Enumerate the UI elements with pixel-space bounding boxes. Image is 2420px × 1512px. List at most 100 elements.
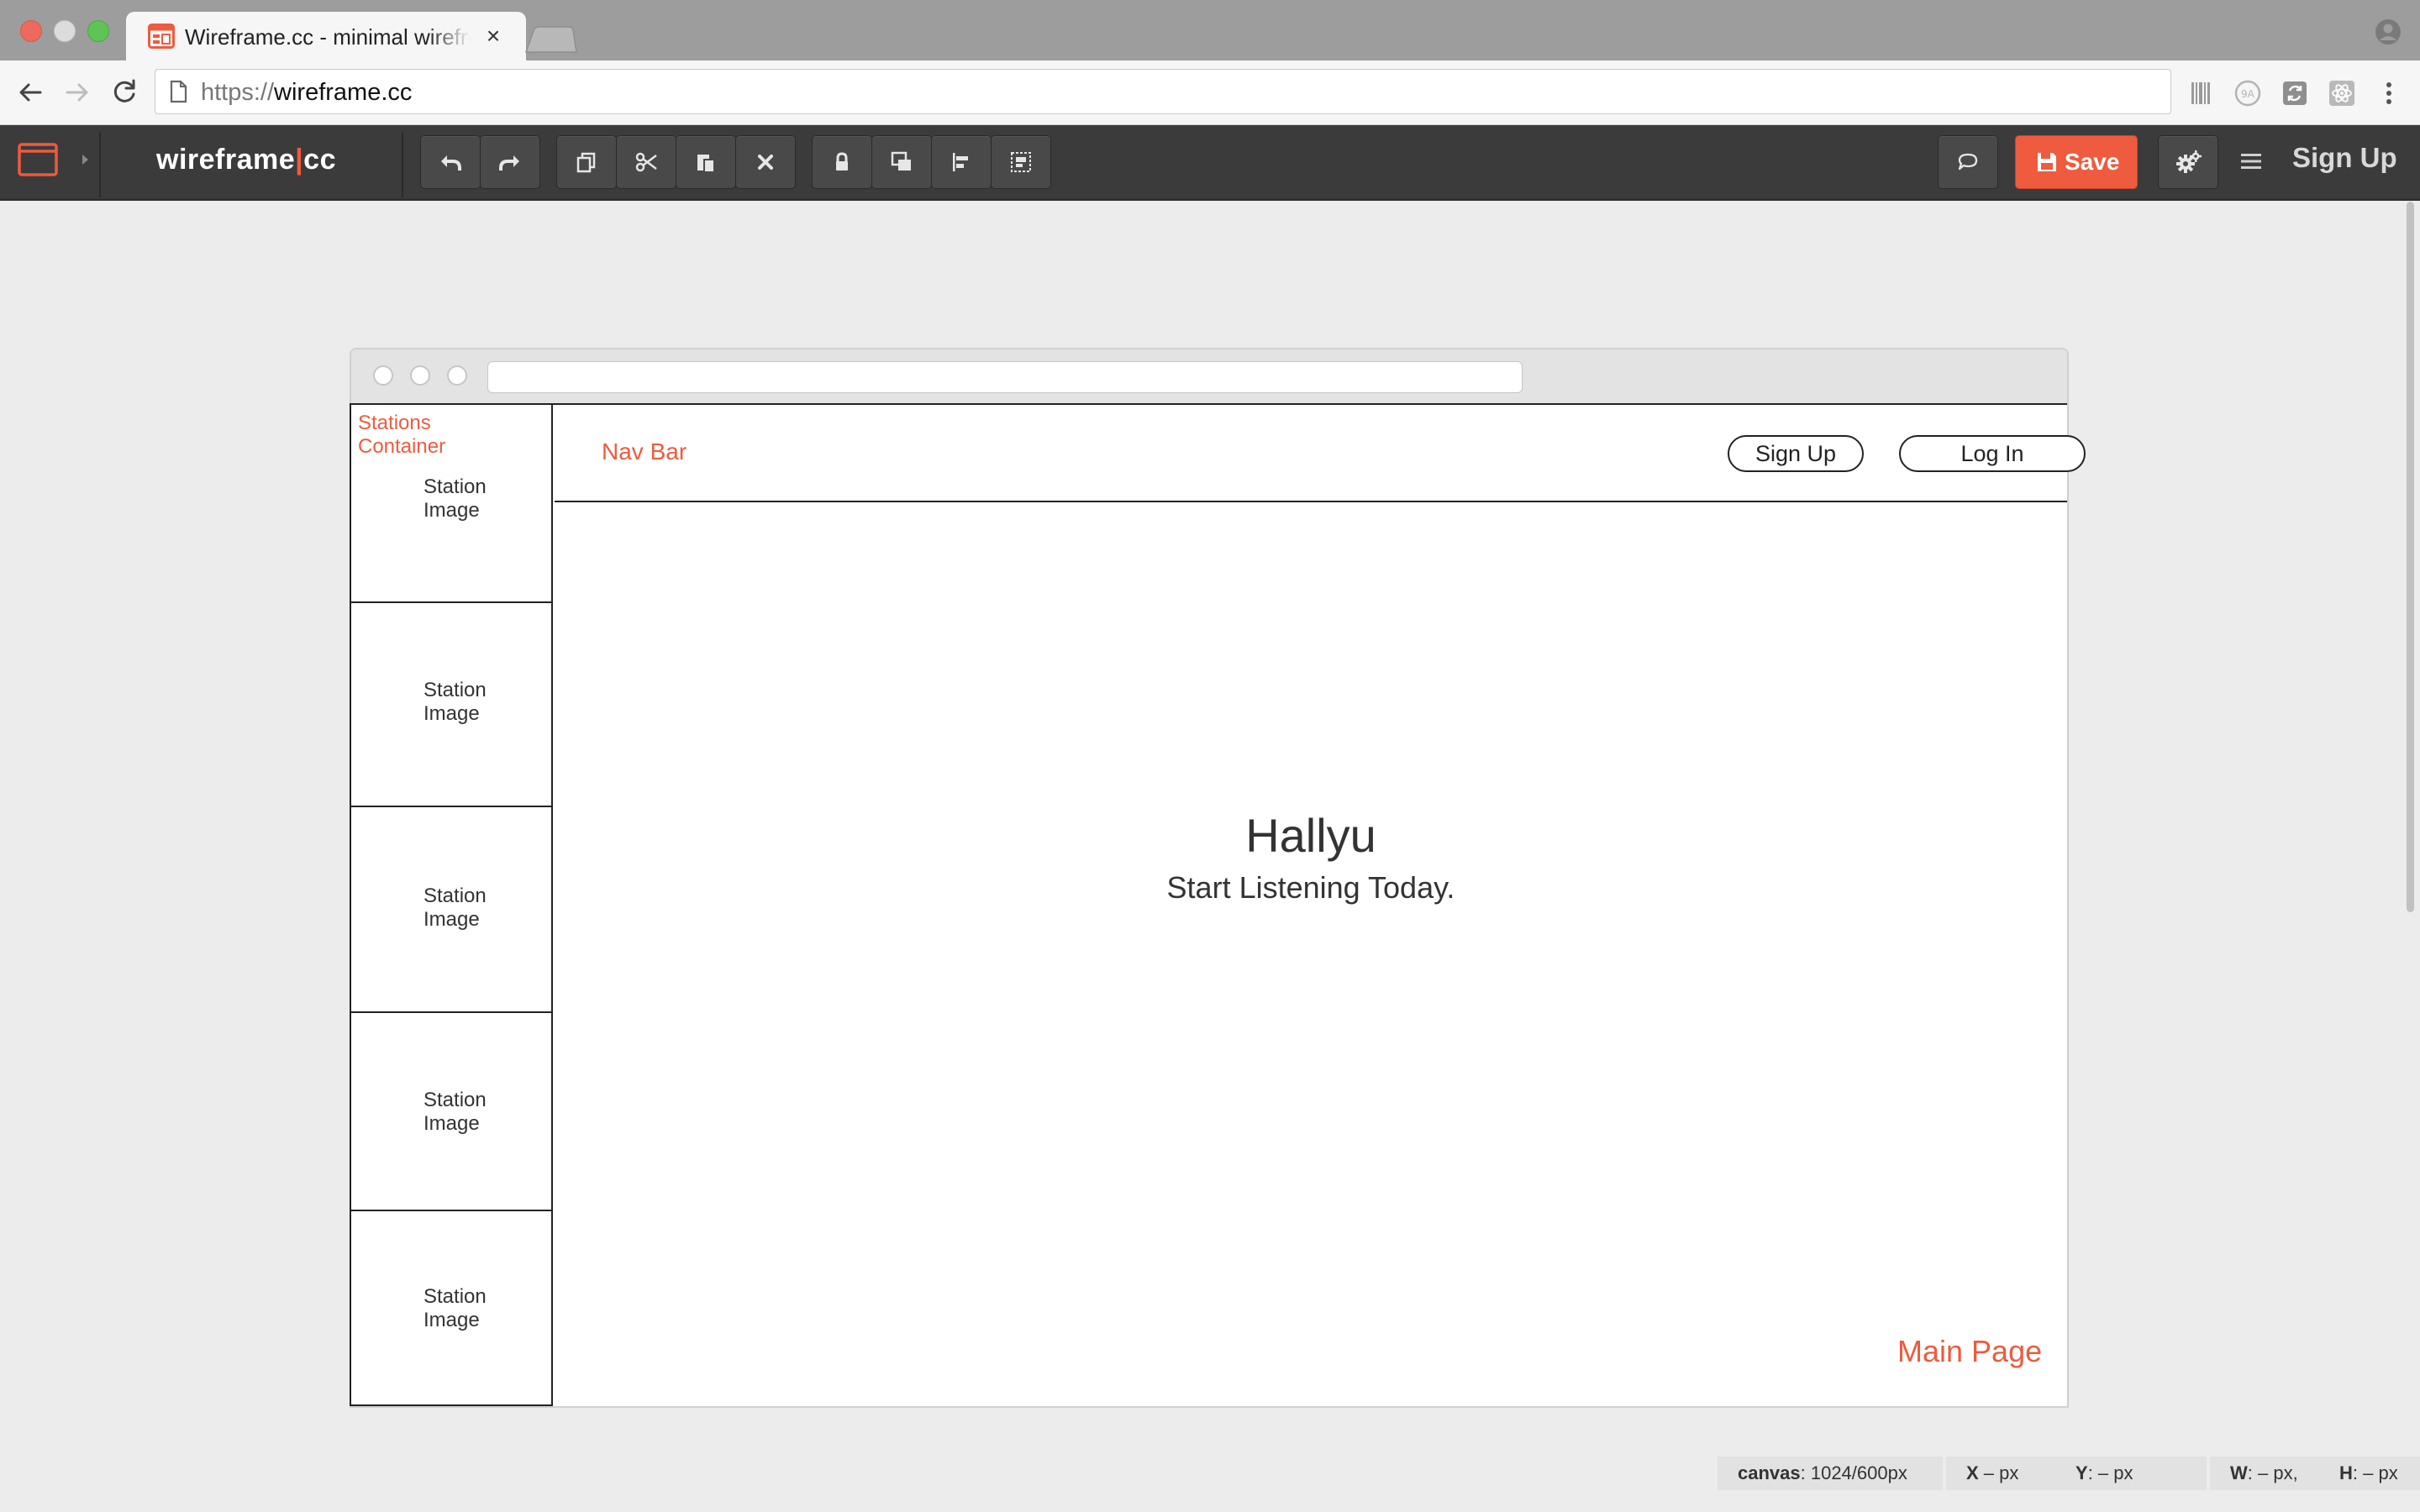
new-tab-button[interactable]: [521, 25, 580, 54]
status-label: W: [2230, 1462, 2248, 1483]
copy-icon: [576, 152, 596, 173]
label-line: Station: [424, 1089, 487, 1111]
nav-bar-note: Nav Bar: [602, 438, 687, 465]
status-value: : 1024/600px: [1800, 1462, 1907, 1483]
window-maximize-button[interactable]: [87, 20, 109, 42]
label-line: Station: [424, 475, 487, 498]
status-value: : – px: [2087, 1462, 2133, 1483]
translate-extension-icon[interactable]: 9A: [2233, 79, 2262, 108]
toolbar-divider: [402, 132, 403, 197]
wireframe-dot: [447, 365, 467, 386]
more-vertical-icon[interactable]: [2375, 79, 2403, 108]
url-input[interactable]: https://wireframe.cc: [155, 69, 2171, 114]
redo-button[interactable]: [480, 135, 540, 189]
window-minimize-button[interactable]: [54, 20, 76, 42]
signup-link[interactable]: Sign Up: [2292, 142, 2397, 174]
station-image-label: Station Image: [424, 1285, 487, 1332]
redo-icon: [499, 155, 519, 171]
wireframe-dot: [410, 365, 430, 386]
paste-button[interactable]: [676, 135, 736, 189]
group-button[interactable]: [991, 135, 1051, 189]
status-x: X – px: [1946, 1457, 2055, 1490]
label-line: Station: [424, 1285, 487, 1308]
wireframe-browser-frame[interactable]: Stations Container Station Image Station Im…: [350, 348, 2086, 1408]
label-line: Image: [424, 908, 480, 931]
app-toolbar: wireframe|cc Save Sign Up: [0, 125, 2420, 201]
station-cell[interactable]: Station Image: [351, 1211, 553, 1404]
bring-to-front-button[interactable]: [871, 135, 932, 189]
browser-tab-active[interactable]: Wireframe.cc - minimal wireframing tool …: [126, 12, 526, 60]
stations-container[interactable]: Stations Container Station Image Station Im…: [350, 403, 553, 1406]
label-line: Image: [424, 1112, 480, 1135]
wireframe-browser-bar: [351, 349, 2067, 405]
undo-button[interactable]: [420, 135, 481, 189]
svg-text:9A: 9A: [2241, 88, 2255, 100]
station-cell[interactable]: Station Image: [351, 807, 553, 1013]
browser-address-bar: https://wireframe.cc 9A: [0, 60, 2420, 125]
delete-icon: [758, 155, 773, 170]
station-image-label: Station Image: [424, 475, 487, 522]
status-value: – px: [1978, 1462, 2019, 1483]
save-label: Save: [2065, 149, 2120, 175]
settings-button[interactable]: [2158, 135, 2218, 189]
window-close-button[interactable]: [20, 20, 42, 42]
reload-icon[interactable]: [109, 77, 139, 108]
cut-button[interactable]: [616, 135, 676, 189]
logo-cc: cc: [303, 144, 336, 176]
status-h: H: – px: [2319, 1457, 2420, 1490]
station-cell[interactable]: Stations Container Station Image: [351, 403, 553, 603]
profile-icon[interactable]: [2375, 18, 2402, 45]
page-menu-button[interactable]: [17, 140, 94, 186]
wireframe-signup-button[interactable]: Sign Up: [1728, 435, 1864, 472]
wireframe-dot: [373, 365, 393, 386]
paste-icon: [697, 155, 715, 173]
status-value: : – px: [2352, 1462, 2398, 1483]
status-value: : – px,: [2247, 1462, 2298, 1483]
tab-close-icon[interactable]: ×: [479, 22, 508, 50]
stations-container-note: Stations Container: [358, 412, 445, 459]
wireframe-favicon-icon: [148, 24, 175, 49]
page-icon: [167, 80, 189, 103]
undo-icon: [441, 155, 461, 171]
status-label: X: [1966, 1462, 1979, 1483]
align-button[interactable]: [931, 135, 992, 189]
note-line: Stations: [358, 412, 431, 434]
station-cell[interactable]: Station Image: [351, 603, 553, 807]
wireframe-login-button[interactable]: Log In: [1899, 435, 2086, 472]
delete-button[interactable]: [735, 135, 796, 189]
status-label: canvas: [1738, 1462, 1801, 1483]
logo-bar: |: [295, 144, 304, 176]
status-w: W: – px,: [2210, 1457, 2319, 1490]
status-y: Y: – px: [2055, 1457, 2207, 1490]
barcode-extension-icon[interactable]: [2186, 79, 2215, 108]
station-cell[interactable]: Station Image: [351, 1013, 553, 1211]
save-button[interactable]: Save: [2015, 135, 2138, 189]
wireframe-nav-bar[interactable]: Nav Bar Sign Up Log In: [555, 403, 2086, 502]
status-canvas-size: canvas: 1024/600px: [1718, 1457, 1943, 1490]
hamburger-menu-icon[interactable]: [2238, 149, 2264, 174]
app-logo[interactable]: wireframe|cc: [156, 144, 336, 176]
scissors-icon: [635, 152, 657, 172]
note-line: Container: [358, 435, 446, 458]
hero-title: Hallyu: [1245, 809, 1376, 862]
canvas-scrollbar-thumb[interactable]: [2407, 202, 2414, 912]
url-scheme: https://: [201, 79, 275, 106]
copy-button[interactable]: [556, 135, 617, 189]
wireframe-url-bar: [487, 361, 1523, 393]
comment-button[interactable]: [1938, 135, 1998, 189]
status-label: Y: [2075, 1462, 2088, 1483]
label-line: Image: [424, 499, 480, 522]
back-arrow-icon[interactable]: [15, 77, 45, 108]
hero-subtitle: Start Listening Today.: [1166, 870, 1455, 905]
toolbar-divider: [99, 132, 101, 197]
label-line: Image: [424, 702, 480, 725]
sync-extension-icon[interactable]: [2281, 79, 2309, 108]
speech-bubble-icon: [1958, 153, 1978, 171]
logo-wireframe: wireframe: [156, 144, 296, 176]
station-image-label: Station Image: [424, 1089, 487, 1136]
forward-arrow-icon[interactable]: [62, 77, 92, 108]
lock-icon: [836, 152, 848, 171]
lock-button[interactable]: [812, 135, 872, 189]
label-line: Image: [424, 1309, 480, 1331]
react-extension-icon[interactable]: [2328, 79, 2356, 108]
